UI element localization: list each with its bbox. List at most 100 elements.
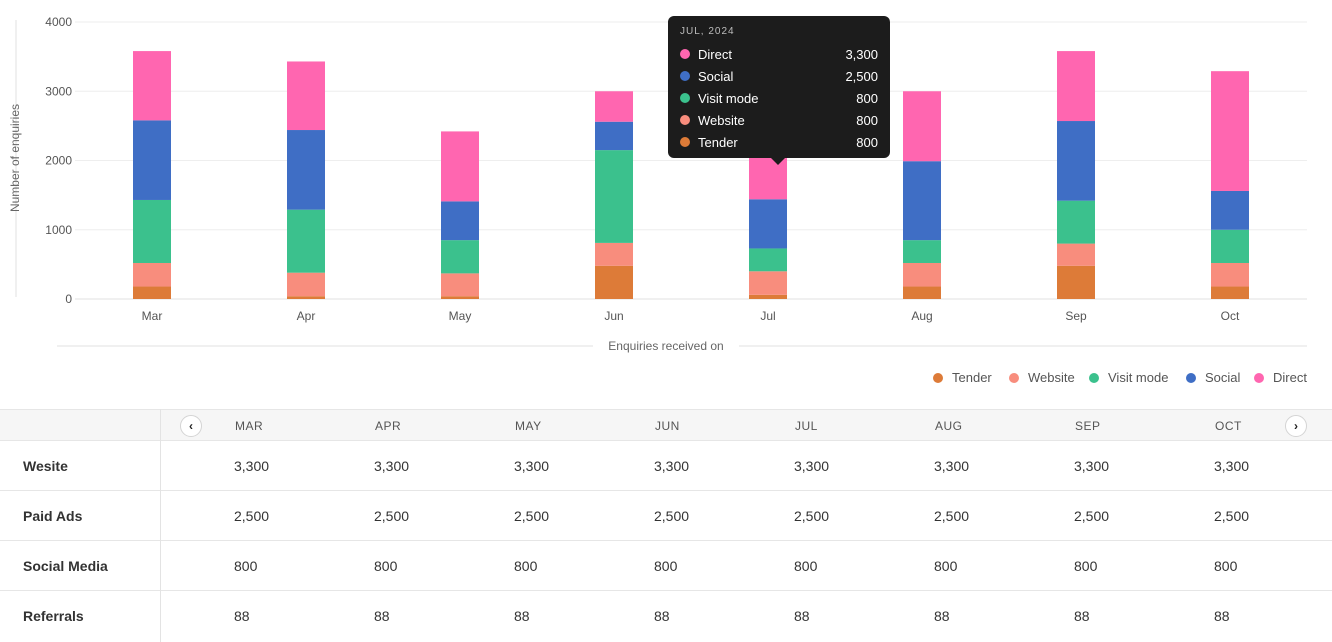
legend-label: Visit mode xyxy=(1108,370,1168,385)
chevron-right-icon[interactable]: › xyxy=(1285,415,1307,437)
bar-segment xyxy=(1057,121,1095,201)
tooltip-dot xyxy=(680,93,690,103)
table-row: Social Media 800 800 800 800 800 800 800… xyxy=(0,541,1332,591)
tooltip-row: Social 2,500 xyxy=(680,65,878,87)
bar-segment xyxy=(133,199,171,263)
table-cell: 88 xyxy=(234,608,250,624)
bar-segment xyxy=(133,286,171,299)
tooltip-row: Tender 800 xyxy=(680,131,878,153)
bar-segment xyxy=(595,265,633,299)
bar-segment xyxy=(749,199,787,249)
bar-segment xyxy=(903,286,941,299)
tooltip-series-value: 2,500 xyxy=(845,68,878,84)
bar-segment xyxy=(1057,200,1095,244)
table-cell: 3,300 xyxy=(794,458,830,474)
table-cell: 88 xyxy=(1074,608,1090,624)
column-header: MAR xyxy=(235,419,264,433)
column-divider xyxy=(160,409,161,642)
tooltip-dot xyxy=(680,49,690,59)
legend-swatch xyxy=(1254,373,1264,383)
bar-segment xyxy=(287,61,325,131)
column-header: SEP xyxy=(1075,419,1101,433)
y-axis-title: Number of enquiries xyxy=(8,104,22,212)
table-cell: 800 xyxy=(234,558,258,574)
x-tick-label: Mar xyxy=(142,309,163,323)
chart-area: 0 1000 2000 3000 4000 Number of enquiries Mar A… xyxy=(0,0,1332,400)
x-tick-label: Sep xyxy=(1065,309,1087,323)
bar-segment xyxy=(287,130,325,210)
table-cell: 3,300 xyxy=(1074,458,1110,474)
tooltip-series-name: Tender xyxy=(698,134,738,150)
tooltip-title: JUL, 2024 xyxy=(680,26,735,37)
column-header: JUL xyxy=(795,419,818,433)
x-tick-label: Aug xyxy=(911,309,932,323)
table-cell: 88 xyxy=(654,608,670,624)
bar-segment xyxy=(903,91,941,162)
tooltip-dot xyxy=(680,115,690,125)
column-header: MAY xyxy=(515,419,542,433)
stacked-bar-chart: 0 1000 2000 3000 4000 Number of enquiries Mar A… xyxy=(8,15,1307,385)
table-cell: 2,500 xyxy=(654,508,690,524)
table-row: Referrals 88 88 88 88 88 88 88 88 xyxy=(0,591,1332,641)
column-header: AUG xyxy=(935,419,963,433)
bar-segment xyxy=(1211,229,1249,263)
bar-segment xyxy=(1211,262,1249,287)
y-tick-label: 2000 xyxy=(45,154,72,168)
bar-segment xyxy=(1211,71,1249,191)
table-cell: 2,500 xyxy=(934,508,970,524)
table-cell: 88 xyxy=(514,608,530,624)
legend-swatch xyxy=(1089,373,1099,383)
chevron-left-icon[interactable]: ‹ xyxy=(180,415,202,437)
bar-segment xyxy=(595,242,633,266)
y-tick-label: 1000 xyxy=(45,223,72,237)
table-cell: 2,500 xyxy=(1074,508,1110,524)
bar-segment xyxy=(749,271,787,295)
table-cell: 800 xyxy=(1074,558,1098,574)
legend-swatch xyxy=(1186,373,1196,383)
x-tick-label: May xyxy=(449,309,472,323)
table-cell: 3,300 xyxy=(514,458,550,474)
legend-label: Tender xyxy=(952,370,992,385)
table-cell: 800 xyxy=(1214,558,1238,574)
bar-segment xyxy=(441,273,479,297)
table-row: Paid Ads 2,500 2,500 2,500 2,500 2,500 2… xyxy=(0,491,1332,541)
tooltip-series-value: 800 xyxy=(856,112,878,128)
bar-segment xyxy=(595,150,633,243)
tooltip-row: Direct 3,300 xyxy=(680,43,878,65)
table-row: Wesite 3,300 3,300 3,300 3,300 3,300 3,3… xyxy=(0,441,1332,491)
bar-segment xyxy=(1211,190,1249,230)
x-tick-label: Jul xyxy=(760,309,775,323)
column-header: APR xyxy=(375,419,402,433)
table-cell: 3,300 xyxy=(374,458,410,474)
tooltip-series-name: Direct xyxy=(698,46,732,62)
data-table: ‹ MAR APR MAY JUN JUL AUG SEP OCT › Wesi… xyxy=(0,409,1332,642)
bar-segment xyxy=(441,131,479,202)
legend-label: Direct xyxy=(1273,370,1307,385)
bar-segment xyxy=(749,248,787,272)
bar-segment xyxy=(1057,243,1095,266)
table-header: ‹ MAR APR MAY JUN JUL AUG SEP OCT › xyxy=(0,409,1332,441)
bar-segment xyxy=(903,240,941,263)
row-label: Social Media xyxy=(23,558,108,574)
tooltip-row: Visit mode 800 xyxy=(680,87,878,109)
bar-segment xyxy=(749,294,787,299)
tooltip-series-value: 800 xyxy=(856,90,878,106)
table-cell: 88 xyxy=(934,608,950,624)
bar-segment xyxy=(287,272,325,297)
bar-segment xyxy=(133,51,171,121)
table-cell: 800 xyxy=(514,558,538,574)
y-tick-label: 4000 xyxy=(45,15,72,29)
table-cell: 2,500 xyxy=(374,508,410,524)
tooltip-series-value: 3,300 xyxy=(845,46,878,62)
x-tick-label: Oct xyxy=(1221,309,1240,323)
bar-segment xyxy=(287,209,325,273)
row-label: Referrals xyxy=(23,608,84,624)
table-cell: 2,500 xyxy=(794,508,830,524)
bar-segment xyxy=(441,296,479,299)
row-label: Wesite xyxy=(23,458,68,474)
table-cell: 2,500 xyxy=(514,508,550,524)
table-cell: 800 xyxy=(794,558,818,574)
bar-segment xyxy=(287,296,325,299)
legend-swatch xyxy=(1009,373,1019,383)
table-cell: 3,300 xyxy=(934,458,970,474)
